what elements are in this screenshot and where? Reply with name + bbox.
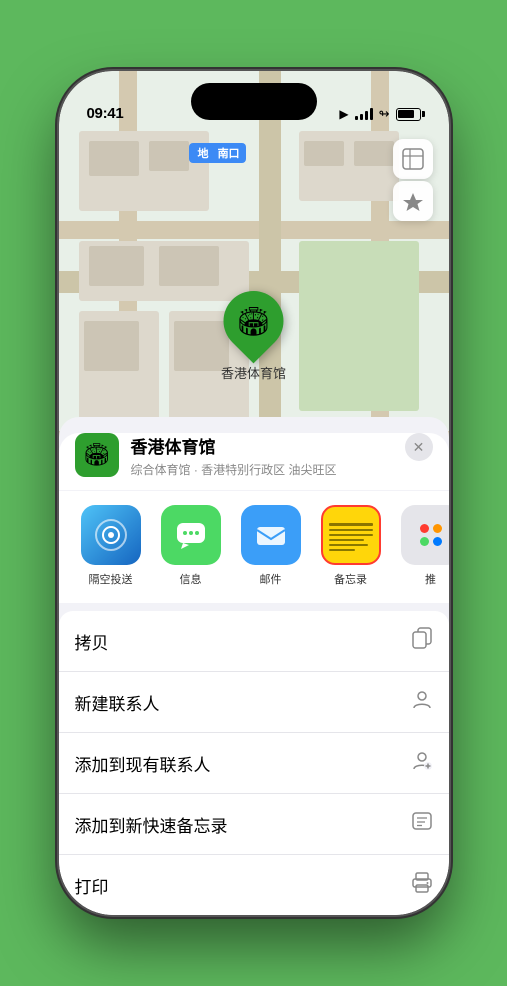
share-row: 隔空投送 信息 bbox=[59, 491, 449, 603]
new-contact-icon bbox=[411, 688, 433, 716]
action-label-quick-note: 添加到新快速备忘录 bbox=[75, 812, 228, 837]
north-label: 地 南口 bbox=[189, 143, 246, 163]
action-list: 拷贝 新建联系人 bbox=[59, 611, 449, 915]
bottom-sheet: 🏟 香港体育馆 综合体育馆 · 香港特别行政区 油尖旺区 ✕ bbox=[59, 417, 449, 915]
share-label-mail: 邮件 bbox=[260, 571, 282, 587]
action-row-copy[interactable]: 拷贝 bbox=[59, 611, 449, 672]
venue-header: 🏟 香港体育馆 综合体育馆 · 香港特别行政区 油尖旺区 ✕ bbox=[59, 433, 449, 490]
share-item-more[interactable]: 推 bbox=[395, 505, 449, 587]
mail-icon bbox=[241, 505, 301, 565]
status-icons: ▶ ↬ bbox=[339, 106, 420, 122]
share-item-airdrop[interactable]: 隔空投送 bbox=[75, 505, 147, 587]
more-icon bbox=[401, 505, 449, 565]
messages-icon bbox=[161, 505, 221, 565]
print-icon bbox=[411, 871, 433, 899]
share-label-more: 推 bbox=[425, 571, 436, 587]
pin-icon: 🏟 bbox=[236, 305, 272, 338]
action-label-add-existing: 添加到现有联系人 bbox=[75, 751, 211, 776]
airdrop-icon bbox=[81, 505, 141, 565]
signal-bars bbox=[355, 108, 373, 120]
battery-icon bbox=[396, 108, 421, 121]
location-icon: ▶ bbox=[339, 107, 348, 121]
venue-pin[interactable]: 🏟 香港体育馆 bbox=[221, 291, 286, 382]
action-label-print: 打印 bbox=[75, 873, 109, 898]
status-time: 09:41 bbox=[87, 105, 124, 122]
pin-circle: 🏟 bbox=[211, 279, 296, 364]
action-label-new-contact: 新建联系人 bbox=[75, 690, 160, 715]
close-button[interactable]: ✕ bbox=[405, 433, 433, 461]
map-controls bbox=[393, 139, 433, 221]
share-item-mail[interactable]: 邮件 bbox=[235, 505, 307, 587]
dynamic-island bbox=[191, 83, 317, 120]
venue-logo-icon: 🏟 bbox=[83, 442, 111, 468]
share-label-airdrop: 隔空投送 bbox=[89, 571, 133, 587]
pin-label: 香港体育馆 bbox=[221, 363, 286, 382]
venue-info: 香港体育馆 综合体育馆 · 香港特别行政区 油尖旺区 bbox=[131, 433, 393, 478]
quick-note-icon bbox=[411, 810, 433, 838]
location-button[interactable] bbox=[393, 181, 433, 221]
add-existing-icon bbox=[411, 749, 433, 777]
venue-desc: 综合体育馆 · 香港特别行政区 油尖旺区 bbox=[131, 461, 393, 478]
venue-name: 香港体育馆 bbox=[131, 433, 393, 458]
wifi-icon: ↬ bbox=[379, 106, 390, 122]
action-row-new-contact[interactable]: 新建联系人 bbox=[59, 672, 449, 733]
share-label-notes: 备忘录 bbox=[334, 571, 367, 587]
phone-frame: 09:41 ▶ ↬ bbox=[59, 71, 449, 915]
action-label-copy: 拷贝 bbox=[75, 629, 109, 654]
map-type-button[interactable] bbox=[393, 139, 433, 179]
copy-icon bbox=[411, 627, 433, 655]
north-label-text: 南口 bbox=[218, 148, 240, 160]
action-row-add-existing[interactable]: 添加到现有联系人 bbox=[59, 733, 449, 794]
share-item-messages[interactable]: 信息 bbox=[155, 505, 227, 587]
venue-logo: 🏟 bbox=[75, 433, 119, 477]
notes-icon bbox=[321, 505, 381, 565]
share-label-messages: 信息 bbox=[180, 571, 202, 587]
phone-screen: 09:41 ▶ ↬ bbox=[59, 71, 449, 915]
action-row-print[interactable]: 打印 bbox=[59, 855, 449, 915]
action-row-quick-note[interactable]: 添加到新快速备忘录 bbox=[59, 794, 449, 855]
share-item-notes[interactable]: 备忘录 bbox=[315, 505, 387, 587]
